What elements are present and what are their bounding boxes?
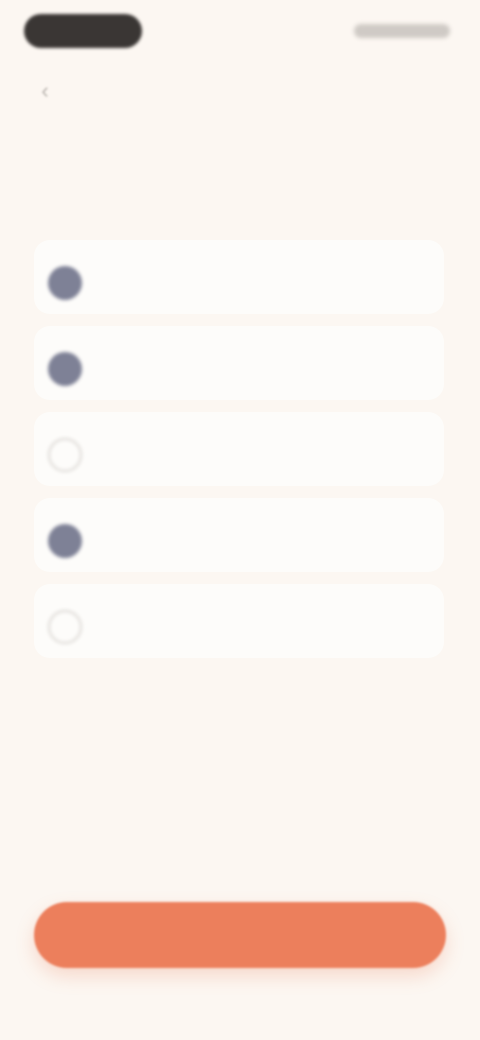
options-list [34, 240, 444, 670]
status-bar [0, 0, 480, 60]
checkbox-circle-icon [48, 438, 82, 472]
checkbox-circle-icon [48, 524, 82, 558]
option-item-5[interactable] [34, 584, 444, 658]
option-item-3[interactable] [34, 412, 444, 486]
screen: ‹ [0, 0, 480, 1040]
status-time-pill [24, 14, 142, 48]
checkbox-circle-icon [48, 610, 82, 644]
option-item-4[interactable] [34, 498, 444, 572]
checkbox-circle-icon [48, 352, 82, 386]
option-item-1[interactable] [34, 240, 444, 314]
continue-button[interactable] [34, 902, 446, 968]
chevron-left-icon: ‹ [41, 78, 49, 103]
back-button[interactable]: ‹ [30, 76, 60, 106]
status-indicators [354, 24, 450, 38]
checkbox-circle-icon [48, 266, 82, 300]
option-item-2[interactable] [34, 326, 444, 400]
